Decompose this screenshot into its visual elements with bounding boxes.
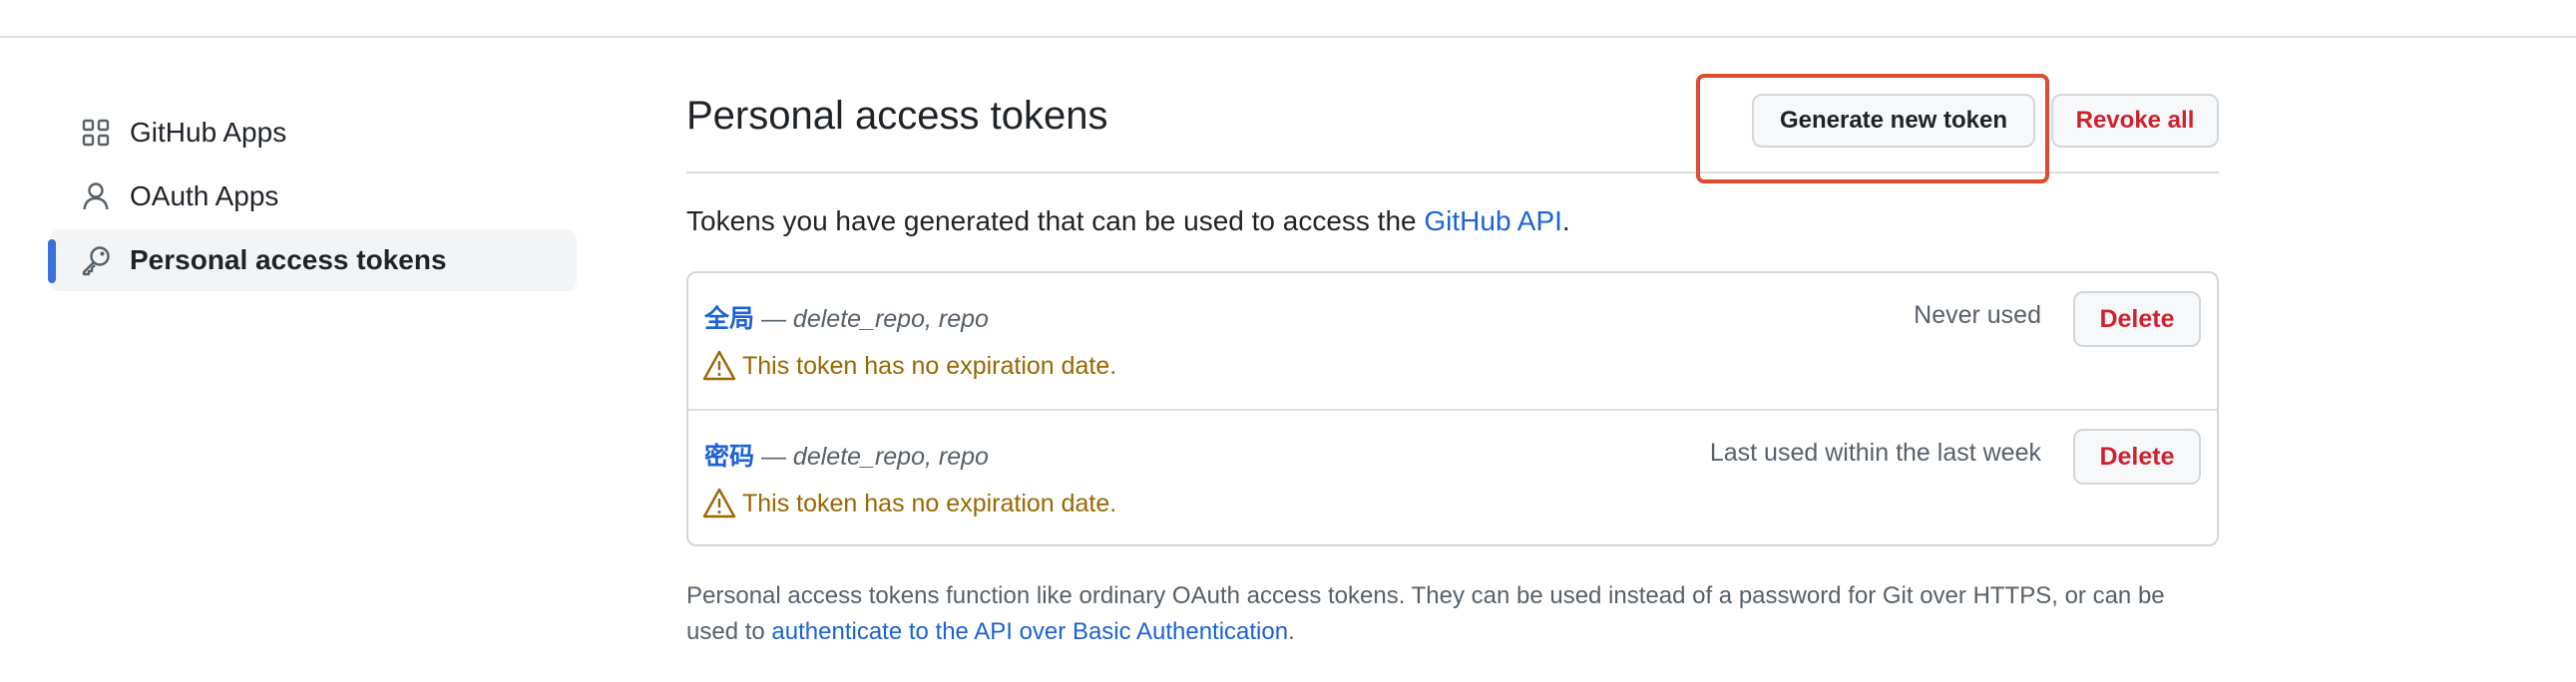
token-scopes: delete_repo, repo	[792, 305, 989, 333]
token-name-link[interactable]: 全局	[704, 305, 754, 333]
alert-icon	[702, 488, 736, 518]
page-header: Personal access tokens Generate new toke…	[686, 60, 2219, 183]
page-title: Personal access tokens	[686, 94, 1108, 138]
sidebar-item-label: Personal access tokens	[130, 244, 447, 275]
intro-text: Tokens you have generated that can be us…	[686, 205, 1570, 236]
token-title-line: 全局 — delete_repo, repo	[704, 299, 989, 335]
sidebar-item-oauth-apps[interactable]: OAuth Apps	[50, 166, 577, 227]
key-icon	[80, 244, 112, 276]
token-separator: —	[754, 443, 793, 471]
sidebar-item-personal-access-tokens[interactable]: Personal access tokens	[48, 229, 577, 291]
basic-auth-link[interactable]: authenticate to the API over Basic Authe…	[771, 618, 1288, 645]
token-separator: —	[754, 305, 793, 333]
top-divider	[0, 36, 2576, 38]
token-row: 密码 — delete_repo, repo This token has no…	[688, 409, 2217, 544]
delete-token-button[interactable]: Delete	[2073, 429, 2201, 485]
generate-new-token-button[interactable]: Generate new token	[1752, 94, 2035, 148]
token-title-line: 密码 — delete_repo, repo	[704, 437, 989, 473]
page: GitHub Apps OAuth Apps Personal access t…	[0, 0, 2576, 682]
token-row: 全局 — delete_repo, repo This token has no…	[688, 273, 2217, 409]
token-last-used: Never used	[1914, 301, 2041, 329]
token-expiration-warning: This token has no expiration date.	[702, 349, 1116, 383]
apps-grid-icon	[80, 117, 112, 149]
settings-sidebar: GitHub Apps OAuth Apps Personal access t…	[48, 102, 577, 293]
sidebar-item-label: OAuth Apps	[130, 180, 279, 211]
token-scopes: delete_repo, repo	[792, 443, 989, 471]
sidebar-item-label: GitHub Apps	[130, 117, 287, 148]
token-warning-text: This token has no expiration date.	[742, 351, 1117, 380]
revoke-all-button[interactable]: Revoke all	[2051, 94, 2219, 148]
token-list: 全局 — delete_repo, repo This token has no…	[686, 271, 2219, 546]
token-name-link[interactable]: 密码	[704, 443, 754, 471]
delete-token-button[interactable]: Delete	[2073, 291, 2201, 347]
token-last-used: Last used within the last week	[1709, 439, 2041, 467]
sidebar-item-github-apps[interactable]: GitHub Apps	[50, 102, 577, 164]
alert-icon	[702, 350, 736, 381]
footnote-text: Personal access tokens function like ord…	[686, 582, 2165, 645]
token-expiration-warning: This token has no expiration date.	[702, 487, 1116, 520]
main-content: Personal access tokens Generate new toke…	[686, 60, 2219, 674]
token-warning-text: This token has no expiration date.	[742, 489, 1117, 517]
person-icon	[80, 180, 112, 212]
github-api-link[interactable]: GitHub API	[1424, 205, 1562, 236]
